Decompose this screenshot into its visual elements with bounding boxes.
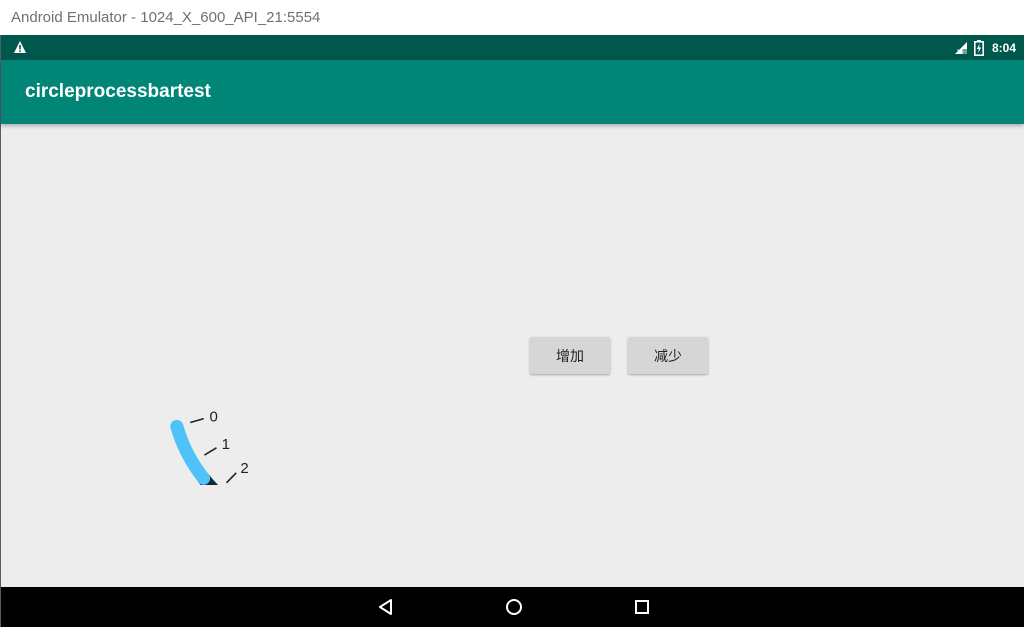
gauge-track (197, 471, 219, 485)
gauge-tick (190, 417, 204, 424)
warning-icon (14, 41, 26, 53)
increase-button[interactable]: 增加 (530, 337, 610, 374)
home-icon[interactable] (504, 597, 524, 617)
gauge-tick (204, 447, 217, 456)
status-time: 8:04 (991, 40, 1016, 55)
emulator-screen: ! 8:04 circleprocessbartest 0123 增加 减少 (0, 35, 1024, 627)
app-title: circleprocessbartest (25, 81, 211, 102)
signal-icon: ! (954, 41, 967, 55)
recent-apps-icon[interactable] (632, 597, 652, 617)
status-icons: ! 8:04 (954, 39, 1016, 56)
battery-charging-icon (973, 39, 984, 56)
svg-text:!: ! (956, 48, 959, 55)
status-bar: ! 8:04 (1, 35, 1024, 60)
gauge-tick-label: 1 (222, 436, 230, 453)
arc-progress-gauge: 0123 (170, 408, 249, 485)
app-bar: circleprocessbartest (1, 60, 1024, 124)
gauge-tick-label: 2 (240, 460, 248, 477)
back-icon[interactable] (376, 597, 396, 617)
gauge-tick (225, 472, 237, 484)
gauge-tick-label: 0 (209, 408, 217, 425)
window-title: Android Emulator - 1024_X_600_API_21:555… (0, 0, 1024, 35)
decrease-button[interactable]: 减少 (628, 337, 708, 374)
gauge-progress (170, 419, 211, 485)
navigation-bar (1, 587, 1024, 627)
